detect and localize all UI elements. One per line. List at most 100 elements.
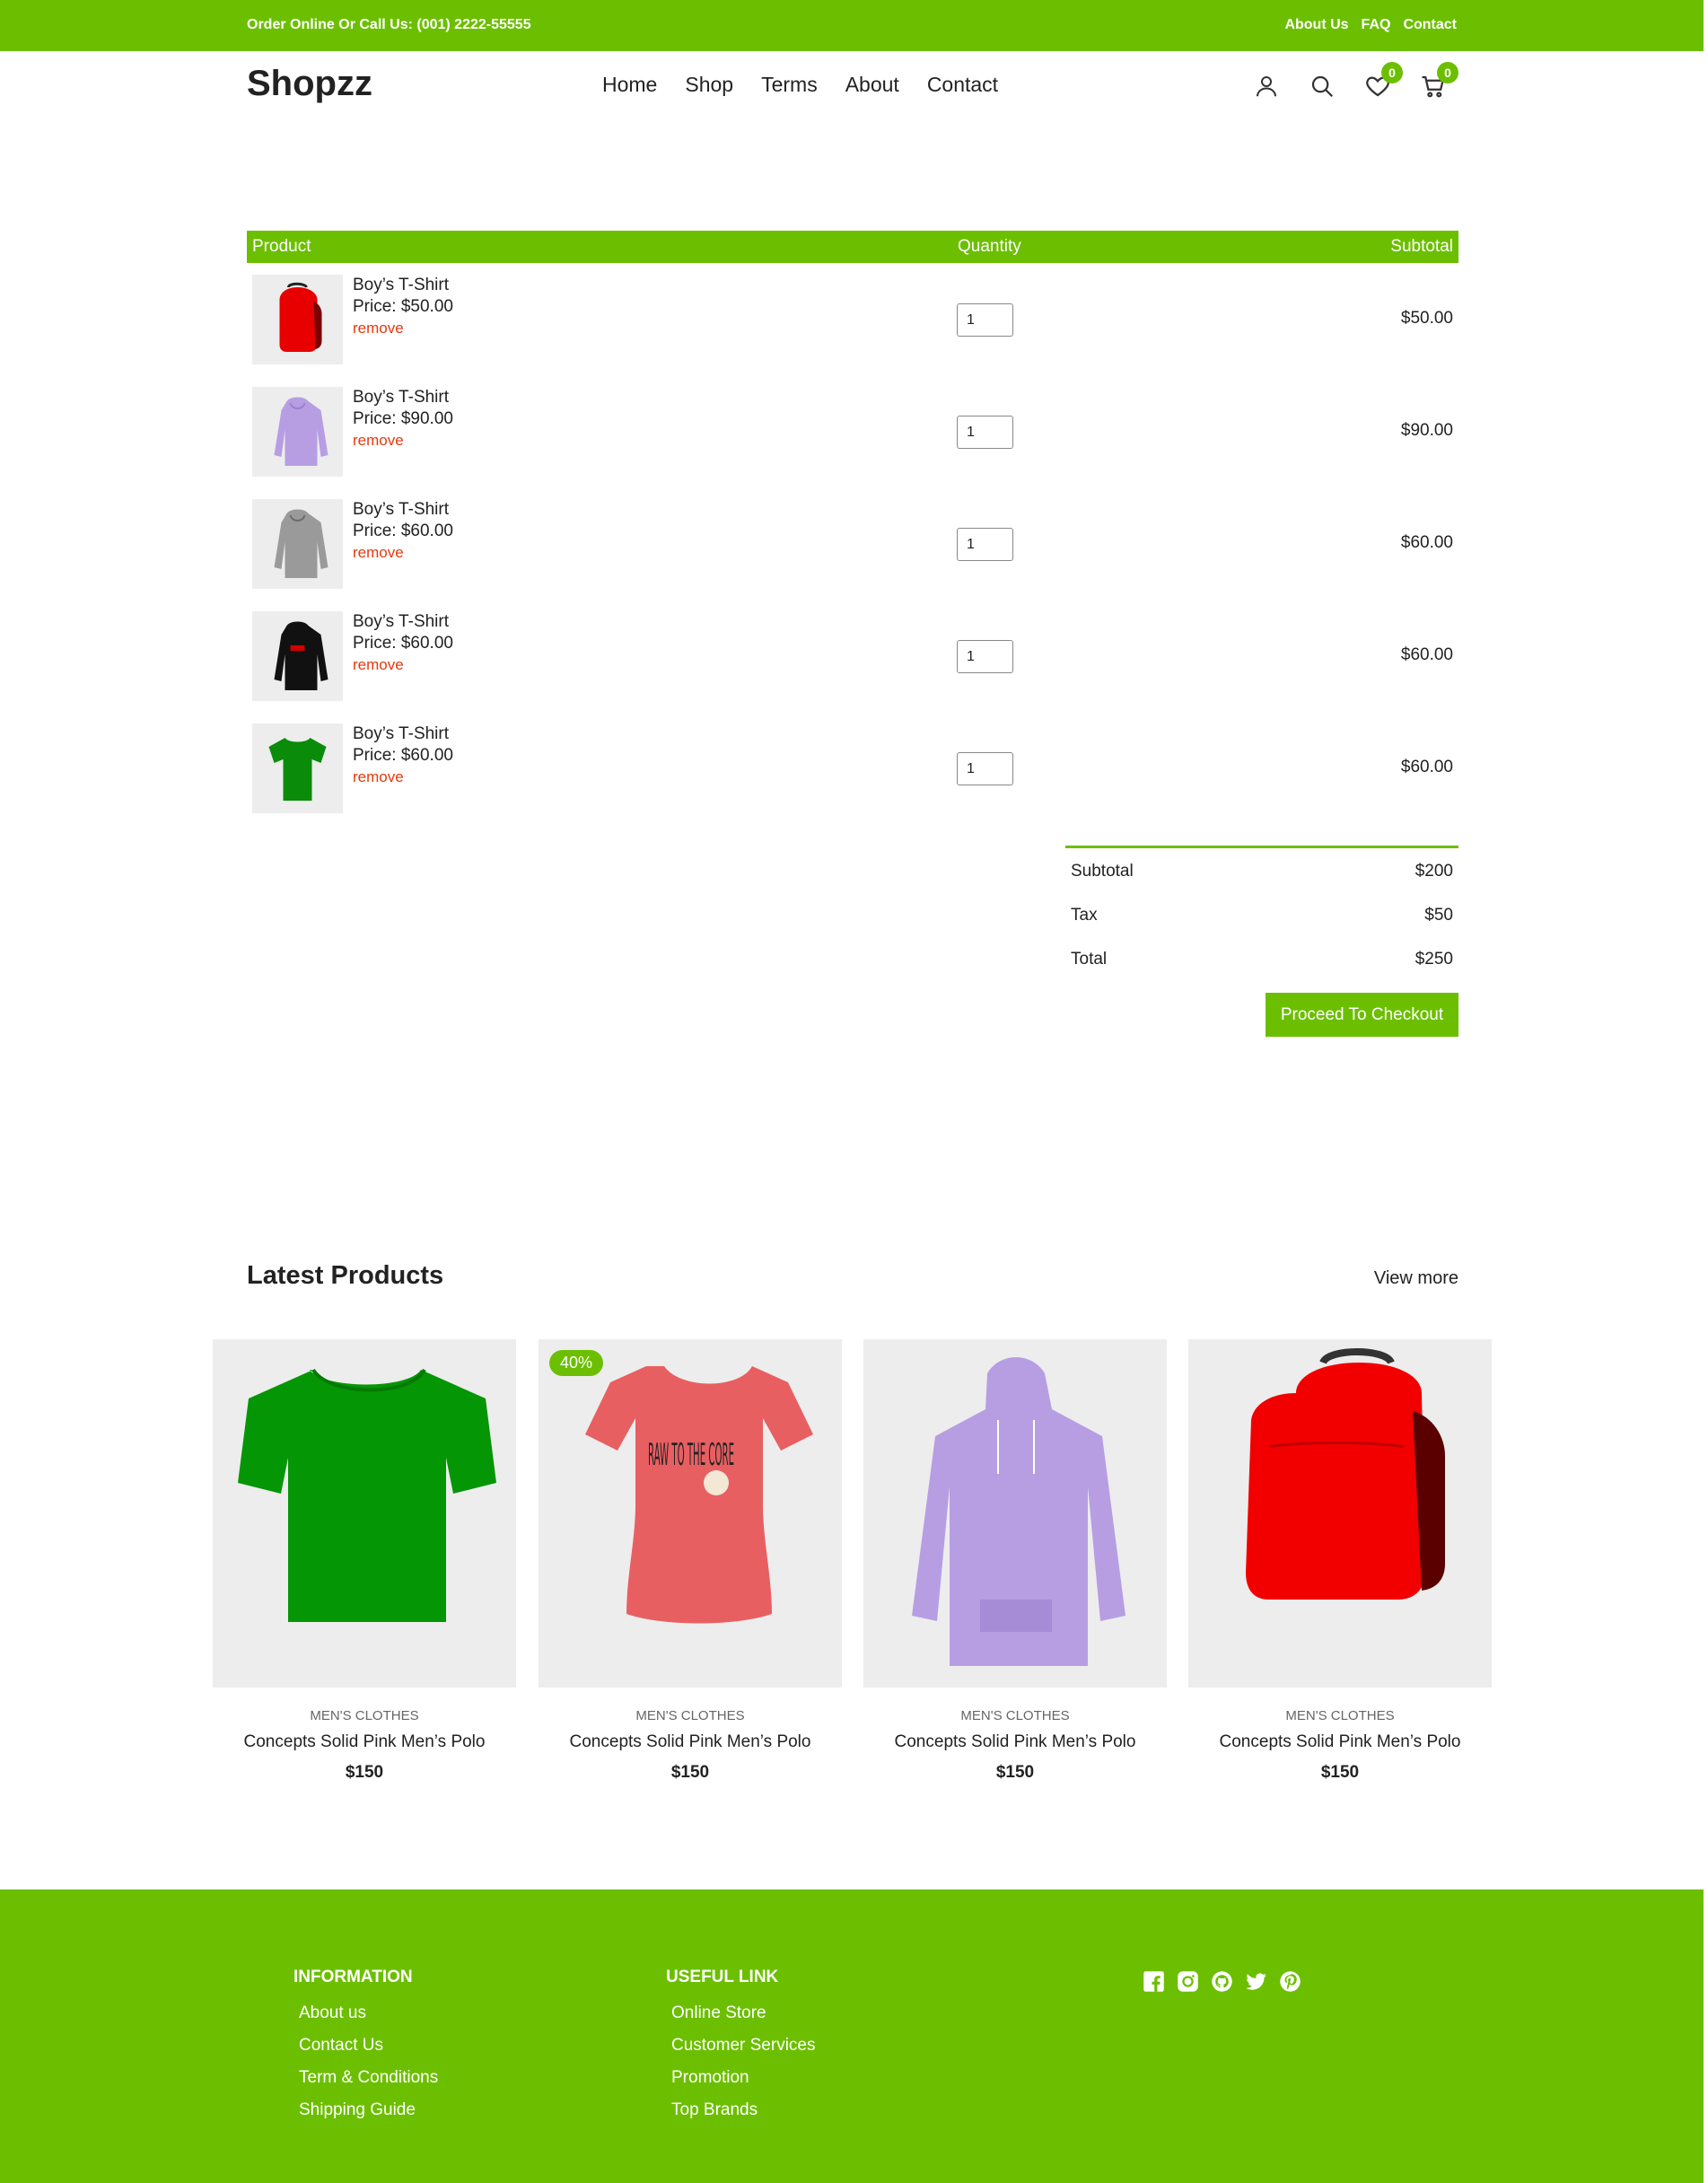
cart-row: Boy’s T-Shirt Price: $90.00 remove $90.0… [247,381,1458,477]
row-subtotal: $60.00 [1400,645,1453,664]
view-more-link[interactable]: View more [1374,1268,1458,1289]
discount-badge: 40% [549,1350,604,1376]
col-subtotal: Subtotal [1390,237,1453,256]
row-subtotal: $60.00 [1400,758,1453,776]
product-thumbnail[interactable] [252,611,343,701]
nav-contact[interactable]: Contact [927,73,998,97]
wishlist-count-badge: 0 [1381,62,1403,83]
remove-link[interactable]: remove [353,430,453,452]
purple-hoodie-image [912,1357,1126,1666]
top-links: About Us FAQ Contact [1284,17,1457,33]
twitter-icon[interactable] [1244,1969,1268,1994]
product-name[interactable]: Concepts Solid Pink Men’s Polo [539,1732,842,1752]
site-logo[interactable]: Shopzz [247,64,372,104]
product-info: Boy’s T-Shirt Price: $50.00 remove [353,275,453,339]
remove-link[interactable]: remove [353,318,453,339]
footer-link-contact-us[interactable]: Contact Us [299,2036,438,2056]
product-thumbnail[interactable] [252,723,343,813]
footer-information: INFORMATION About us Contact Us Term & C… [293,1968,438,2133]
summary-tax-row: Tax $50 [1065,892,1458,936]
product-name[interactable]: Boy’s T-Shirt [353,611,453,633]
product-name[interactable]: Boy’s T-Shirt [353,723,453,745]
product-thumbnail[interactable] [252,275,343,364]
footer-useful-title: USEFUL LINK [666,1968,779,1986]
row-subtotal: $90.00 [1400,421,1453,440]
user-icon[interactable] [1250,67,1283,100]
purple-hoodie-image [274,397,328,466]
footer-link-shipping-guide[interactable]: Shipping Guide [299,2100,438,2120]
product-image[interactable] [1188,1339,1492,1688]
main-nav: Home Shop Terms About Contact [602,73,998,97]
quantity-input[interactable] [957,303,1013,337]
nav-terms[interactable]: Terms [761,73,818,97]
footer-link-terms[interactable]: Term & Conditions [299,2068,438,2088]
pinterest-icon[interactable] [1278,1969,1302,1994]
top-link-about-us[interactable]: About Us [1284,17,1348,33]
green-tshirt-image [268,738,327,801]
product-info: Boy’s T-Shirt Price: $90.00 remove [353,387,453,452]
product-image[interactable]: RAW TO THE CORE 40% [539,1339,842,1688]
search-icon[interactable] [1306,67,1338,100]
product-name[interactable]: Concepts Solid Pink Men’s Polo [863,1732,1167,1752]
instagram-icon[interactable] [1176,1969,1200,1994]
product-card[interactable]: MEN'S CLOTHES Concepts Solid Pink Men’s … [863,1339,1167,1783]
latest-products-title: Latest Products [247,1261,444,1290]
github-icon[interactable] [1210,1969,1234,1994]
product-name[interactable]: Concepts Solid Pink Men’s Polo [213,1732,516,1752]
product-category: MEN'S CLOTHES [1285,1708,1395,1723]
site-footer: INFORMATION About us Contact Us Term & C… [0,1889,1704,2183]
nav-about[interactable]: About [845,73,899,97]
top-link-contact[interactable]: Contact [1403,17,1457,33]
product-info: Boy’s T-Shirt Price: $60.00 remove [353,499,453,564]
social-links [1142,1969,1302,1994]
raw-to-the-core-graphic: RAW TO THE CORE [648,1437,734,1473]
product-category: MEN'S CLOTHES [310,1708,419,1723]
product-price: Price: $60.00 [353,634,453,653]
quantity-input[interactable] [957,752,1013,785]
top-link-faq[interactable]: FAQ [1362,17,1391,33]
product-name[interactable]: Boy’s T-Shirt [353,499,453,521]
footer-link-top-brands[interactable]: Top Brands [671,2100,816,2120]
cart-icon[interactable]: 0 [1417,62,1458,100]
remove-link[interactable]: remove [353,542,453,564]
product-info: Boy’s T-Shirt Price: $60.00 remove [353,611,453,676]
top-bar: Order Online Or Call Us: (001) 2222-5555… [0,0,1704,51]
cart-row: Boy’s T-Shirt Price: $60.00 remove $60.0… [247,494,1458,589]
product-card[interactable]: RAW TO THE CORE 40% MEN'S CLOTHES Concep… [539,1339,842,1783]
cart-row: Boy’s T-Shirt Price: $60.00 remove $60.0… [247,718,1458,813]
black-hoodie-image [274,621,328,690]
remove-link[interactable]: remove [353,654,453,676]
footer-link-promotion[interactable]: Promotion [671,2068,816,2088]
quantity-input[interactable] [957,640,1013,673]
heart-icon[interactable]: 0 [1362,62,1403,100]
red-backpack-image [279,282,322,352]
product-name[interactable]: Concepts Solid Pink Men’s Polo [1188,1732,1492,1752]
product-thumbnail[interactable] [252,499,343,589]
col-product: Product [252,237,311,256]
quantity-input[interactable] [957,416,1013,449]
product-card[interactable]: MEN'S CLOTHES Concepts Solid Pink Men’s … [213,1339,516,1783]
summary-total-label: Total [1071,950,1108,969]
remove-link[interactable]: remove [353,767,453,788]
facebook-icon[interactable] [1142,1969,1166,1994]
product-price: $150 [670,1763,710,1782]
summary-tax-label: Tax [1071,906,1098,925]
footer-link-about-us[interactable]: About us [299,2003,438,2023]
product-price: Price: $50.00 [353,297,453,316]
product-image[interactable] [213,1339,516,1688]
nav-home[interactable]: Home [602,73,657,97]
product-price: Price: $60.00 [353,522,453,540]
cart-table-header: Product Quantity Subtotal [247,231,1458,263]
product-image[interactable] [863,1339,1167,1688]
footer-link-customer-services[interactable]: Customer Services [671,2036,816,2056]
footer-link-online-store[interactable]: Online Store [671,2003,816,2023]
product-thumbnail[interactable] [252,387,343,477]
proceed-to-checkout-button[interactable]: Proceed To Checkout [1266,993,1458,1037]
product-name[interactable]: Boy’s T-Shirt [353,387,453,408]
cart-summary: Subtotal $200 Tax $50 Total $250 [1065,846,1458,980]
nav-shop[interactable]: Shop [685,73,733,97]
product-card[interactable]: MEN'S CLOTHES Concepts Solid Pink Men’s … [1188,1339,1492,1783]
quantity-input[interactable] [957,528,1013,561]
product-price: Price: $60.00 [353,746,453,765]
product-name[interactable]: Boy’s T-Shirt [353,275,453,296]
